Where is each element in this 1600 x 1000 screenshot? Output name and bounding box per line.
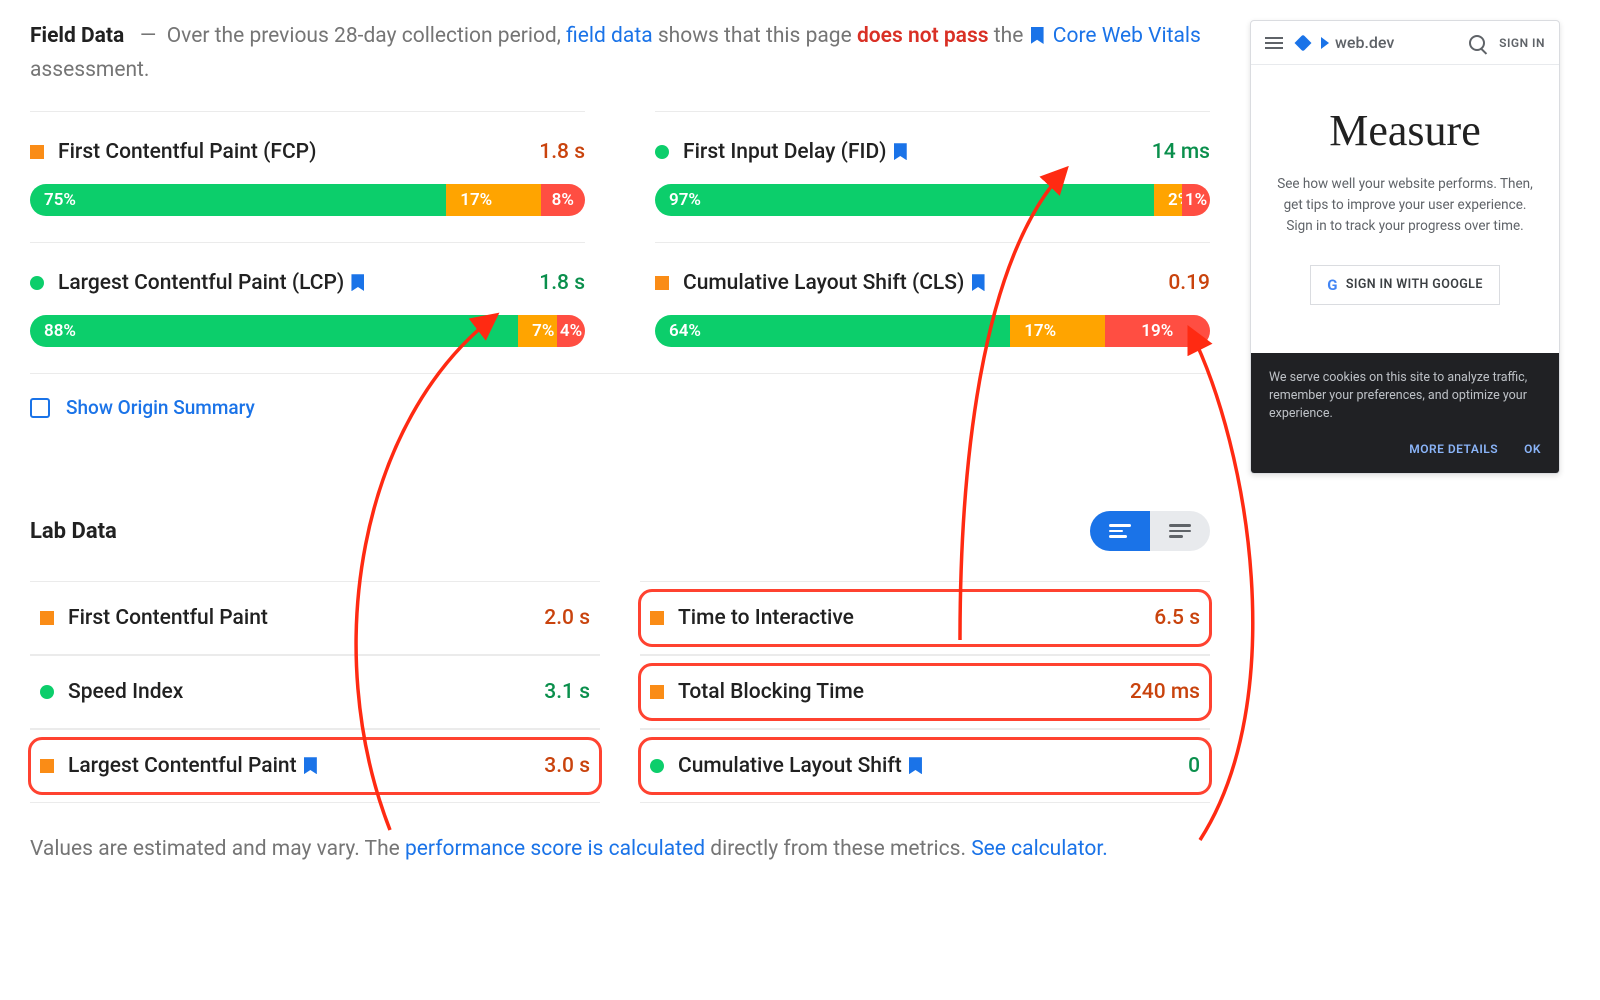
metric-name: Largest Contentful Paint (LCP) (58, 271, 525, 295)
search-icon[interactable] (1469, 35, 1485, 51)
bookmark-icon (1031, 27, 1044, 44)
core-web-vitals-link[interactable]: Core Web Vitals (1053, 24, 1201, 48)
field-metric: Largest Contentful Paint (LCP) 1.8 s 88%… (30, 242, 585, 373)
lab-metric-name: First Contentful Paint (68, 606, 530, 630)
lab-data-title: Lab Data (30, 519, 117, 544)
good-segment: 97% (655, 184, 1154, 216)
field-metric: First Input Delay (FID) 14 ms 97% 2% 1% (655, 111, 1210, 242)
perf-score-link[interactable]: performance score is calculated (405, 837, 705, 861)
view-detail-button[interactable] (1090, 511, 1150, 551)
status-square-icon (650, 685, 664, 699)
bookmark-icon (894, 143, 907, 160)
poor-segment: 8% (541, 184, 585, 216)
good-segment: 64% (655, 315, 1010, 347)
lab-metric-row: Cumulative Layout Shift 0 (640, 729, 1210, 803)
measure-heading: Measure (1273, 105, 1537, 156)
field-data-link[interactable]: field data (566, 24, 653, 48)
poor-segment: 1% (1182, 184, 1210, 216)
metric-name: First Input Delay (FID) (683, 140, 1138, 164)
status-square-icon (655, 276, 669, 290)
status-circle-icon (655, 145, 669, 159)
bookmark-icon (351, 274, 364, 291)
lab-metric-row: Total Blocking Time 240 ms (640, 655, 1210, 729)
cookie-banner: We serve cookies on this site to analyze… (1251, 353, 1559, 473)
poor-segment: 19% (1105, 315, 1210, 347)
lab-metric-value: 6.5 s (1154, 606, 1200, 630)
sign-in-google-button[interactable]: G SIGN IN WITH GOOGLE (1310, 265, 1500, 305)
hamburger-icon[interactable] (1265, 37, 1283, 49)
distribution-bar: 64% 17% 19% (655, 315, 1210, 347)
lab-metric-name: Time to Interactive (678, 606, 1140, 630)
metric-name: First Contentful Paint (FCP) (58, 140, 525, 164)
distribution-bar: 88% 7% 4% (30, 315, 585, 347)
lab-metric-value: 0 (1188, 754, 1200, 778)
status-square-icon (650, 611, 664, 625)
lab-metric-value: 2.0 s (544, 606, 590, 630)
measure-description: See how well your website performs. Then… (1273, 174, 1537, 237)
see-calculator-link[interactable]: See calculator. (971, 837, 1108, 861)
sign-in-link[interactable]: SIGN IN (1499, 36, 1545, 50)
metric-value: 1.8 s (539, 140, 585, 164)
lab-footnote: Values are estimated and may vary. The p… (30, 833, 1210, 867)
lab-metric-row: First Contentful Paint 2.0 s (30, 581, 600, 655)
needs-improvement-segment: 17% (1010, 315, 1104, 347)
bookmark-icon (972, 274, 985, 291)
metric-value: 1.8 s (539, 271, 585, 295)
needs-improvement-segment: 7% (518, 315, 557, 347)
bookmark-icon (304, 757, 317, 774)
field-data-summary: Field Data — Over the previous 28-day co… (30, 20, 1210, 87)
status-circle-icon (40, 685, 54, 699)
lab-metric-row: Speed Index 3.1 s (30, 655, 600, 729)
mobile-preview: web.dev SIGN IN Measure See how well you… (1250, 20, 1560, 474)
show-origin-summary-toggle[interactable]: Show Origin Summary (30, 373, 1210, 441)
field-metric: Cumulative Layout Shift (CLS) 0.19 64% 1… (655, 242, 1210, 373)
good-segment: 88% (30, 315, 518, 347)
poor-segment: 4% (557, 315, 585, 347)
cookie-more-details[interactable]: MORE DETAILS (1409, 441, 1498, 458)
good-segment: 75% (30, 184, 446, 216)
status-square-icon (30, 145, 44, 159)
lab-metric-row: Largest Contentful Paint 3.0 s (30, 729, 600, 803)
bookmark-icon (909, 757, 922, 774)
lab-metric-row: Time to Interactive 6.5 s (640, 581, 1210, 655)
lab-metric-value: 3.1 s (544, 680, 590, 704)
field-metric: First Contentful Paint (FCP) 1.8 s 75% 1… (30, 111, 585, 242)
lab-view-toggle[interactable] (1090, 511, 1210, 551)
lab-metric-name: Speed Index (68, 680, 530, 704)
needs-improvement-segment: 2% (1154, 184, 1182, 216)
distribution-bar: 97% 2% 1% (655, 184, 1210, 216)
metric-value: 0.19 (1168, 271, 1210, 295)
lab-metric-name: Cumulative Layout Shift (678, 754, 1174, 778)
metric-value: 14 ms (1152, 140, 1210, 164)
status-square-icon (40, 759, 54, 773)
status-circle-icon (650, 759, 664, 773)
webdev-logo[interactable]: web.dev (1297, 33, 1455, 52)
metric-name: Cumulative Layout Shift (CLS) (683, 271, 1154, 295)
lab-metric-name: Total Blocking Time (678, 680, 1116, 704)
google-icon: G (1327, 276, 1338, 294)
needs-improvement-segment: 17% (446, 184, 540, 216)
lab-metric-name: Largest Contentful Paint (68, 754, 530, 778)
lab-metric-value: 240 ms (1130, 680, 1200, 704)
status-square-icon (40, 611, 54, 625)
checkbox-icon[interactable] (30, 398, 50, 418)
distribution-bar: 75% 17% 8% (30, 184, 585, 216)
cookie-ok[interactable]: OK (1524, 441, 1541, 458)
status-circle-icon (30, 276, 44, 290)
view-compact-button[interactable] (1150, 511, 1210, 551)
lab-metric-value: 3.0 s (544, 754, 590, 778)
